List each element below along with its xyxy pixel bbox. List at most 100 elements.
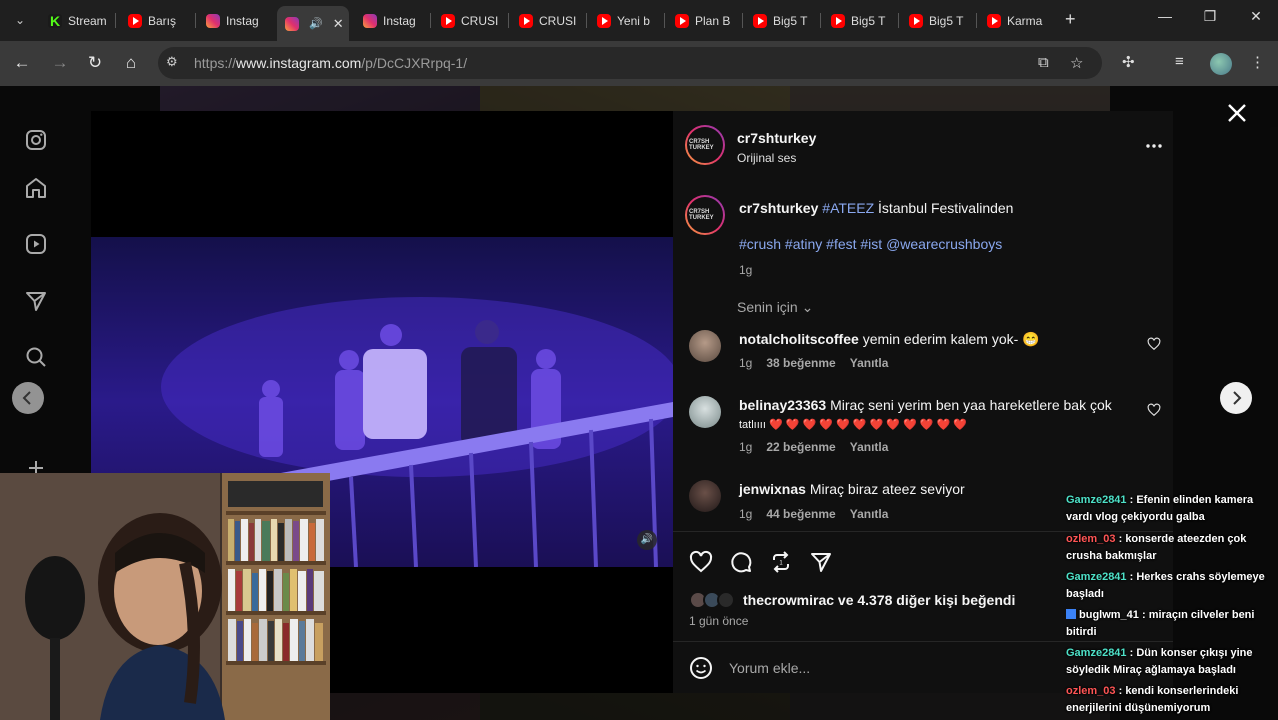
chat-nickname: Gamze2841 xyxy=(1066,571,1127,583)
bookmark-star-icon[interactable]: ☆ xyxy=(1070,54,1083,72)
home-icon[interactable] xyxy=(24,176,48,200)
close-modal-icon[interactable] xyxy=(1226,102,1248,124)
chat-nickname: Gamze2841 xyxy=(1066,494,1127,506)
browser-tab[interactable]: CRUSI xyxy=(511,6,587,35)
comment-likes[interactable]: 38 beğenme xyxy=(766,356,835,370)
tab-search-chevron-icon[interactable]: ⌄ xyxy=(10,10,30,30)
comment-likes[interactable]: 22 beğenme xyxy=(766,440,835,454)
reload-icon[interactable]: ↻ xyxy=(85,53,105,73)
site-settings-icon[interactable]: ⚙ xyxy=(166,54,178,70)
browser-tab[interactable]: CRUSI xyxy=(433,6,509,35)
browser-tab[interactable]: Big5 T xyxy=(901,6,977,35)
browser-tab-active[interactable]: 🔊 ✕ xyxy=(277,6,349,41)
comment-like-heart-icon[interactable] xyxy=(1147,337,1161,351)
chevron-right-icon xyxy=(1233,391,1242,405)
tab-label: CRUSI xyxy=(539,13,577,28)
caption-hashtag[interactable]: #ATEEZ xyxy=(822,200,874,216)
comment-likes[interactable]: 44 beğenme xyxy=(766,507,835,521)
more-options-icon[interactable] xyxy=(1145,141,1163,151)
commenter-avatar[interactable] xyxy=(689,480,721,512)
install-app-icon[interactable]: ⧉ xyxy=(1038,54,1049,71)
browser-tab[interactable]: Instag xyxy=(355,6,431,35)
emoji-icon[interactable] xyxy=(689,656,713,680)
back-arrow-icon[interactable]: ← xyxy=(12,53,32,73)
browser-tab[interactable]: Yeni b xyxy=(589,6,665,35)
chat-message: Gamze2841 : Efenin elinden kamera vardı … xyxy=(1066,492,1274,526)
instagram-icon xyxy=(206,13,220,28)
add-comment-input[interactable]: Yorum ekle... xyxy=(729,660,810,676)
comment-meta: 1g 44 beğenme Yanıtla xyxy=(739,507,888,521)
audio-playing-icon[interactable]: 🔊 xyxy=(309,17,323,30)
youtube-icon xyxy=(441,13,455,28)
direct-messages-icon[interactable] xyxy=(24,289,48,313)
comment-meta: 1g 22 beğenme Yanıtla xyxy=(739,440,888,454)
youtube-icon xyxy=(675,13,689,28)
comment-username[interactable]: belinay23363 xyxy=(739,397,826,413)
url-text[interactable]: https://www.instagram.com/p/DcCJXRrpq-1/ xyxy=(194,55,467,71)
reels-icon[interactable] xyxy=(24,232,48,256)
youtube-icon xyxy=(909,13,923,28)
restore-icon[interactable]: ❐ xyxy=(1195,8,1225,25)
forward-arrow-icon[interactable]: → xyxy=(50,53,70,73)
commenter-avatar[interactable] xyxy=(689,396,721,428)
commenter-avatar[interactable] xyxy=(689,330,721,362)
share-send-icon[interactable] xyxy=(809,550,833,574)
webcam-feed xyxy=(0,473,330,720)
youtube-icon xyxy=(128,13,142,28)
caption-avatar[interactable]: CR7SH TURKEY xyxy=(685,195,725,235)
browser-tab[interactable]: Big5 T xyxy=(745,6,821,35)
comment-username[interactable]: notalcholitscoffee xyxy=(739,331,859,347)
close-tab-icon[interactable]: ✕ xyxy=(333,16,344,32)
caption-username[interactable]: cr7shturkey xyxy=(739,200,818,216)
browser-tab[interactable]: Karma xyxy=(979,6,1055,35)
caption-tags[interactable]: #crush #atiny #fest #ist @wearecrushboys xyxy=(739,236,1002,252)
menu-kebab-icon[interactable]: ⋮ xyxy=(1250,53,1265,71)
profile-avatar[interactable] xyxy=(1210,53,1232,75)
media-control-icon[interactable]: ≡ xyxy=(1175,53,1184,70)
repost-icon[interactable]: 1 xyxy=(769,550,793,574)
for-you-sort[interactable]: Senin için ⌄ xyxy=(737,299,813,316)
previous-post-button[interactable] xyxy=(12,382,44,414)
likes-summary[interactable]: thecrowmirac ve 4.378 diğer kişi beğendi xyxy=(743,592,1015,608)
tab-label: Big5 T xyxy=(773,13,808,28)
youtube-icon xyxy=(987,13,1001,28)
liker-avatar xyxy=(717,591,735,609)
address-bar[interactable]: ⚙ https://www.instagram.com/p/DcCJXRrpq-… xyxy=(158,47,1102,79)
browser-tab[interactable]: K Stream xyxy=(40,6,116,35)
instagram-logo-icon[interactable] xyxy=(24,128,48,152)
streamer-webcam xyxy=(0,473,330,720)
comment-like-heart-icon[interactable] xyxy=(1147,403,1161,417)
tab-label: Big5 T xyxy=(929,13,964,28)
tab-label: Karma xyxy=(1007,13,1043,28)
tab-label: Big5 T xyxy=(851,13,886,28)
search-icon[interactable] xyxy=(24,345,48,369)
reply-button[interactable]: Yanıtla xyxy=(850,507,889,521)
author-avatar[interactable]: CR7SH TURKEY xyxy=(685,125,725,165)
browser-toolbar: ← → ↻ ⌂ ⚙ https://www.instagram.com/p/Dc… xyxy=(0,41,1278,86)
next-post-button[interactable] xyxy=(1220,382,1252,414)
url-host: www.instagram.com xyxy=(236,55,362,71)
reply-button[interactable]: Yanıtla xyxy=(850,356,889,370)
author-username[interactable]: cr7shturkey xyxy=(737,130,816,146)
like-heart-icon[interactable] xyxy=(689,550,713,574)
browser-tab[interactable]: Instag xyxy=(198,6,274,35)
caption-line: cr7shturkey #ATEEZ İstanbul Festivalinde… xyxy=(739,200,1013,216)
audio-label[interactable]: Orijinal ses xyxy=(737,151,796,165)
chat-message: ozlem_03 : konserde ateezden çok crusha … xyxy=(1066,531,1274,565)
comment-username[interactable]: jenwixnas xyxy=(739,481,806,497)
minimize-icon[interactable]: — xyxy=(1150,8,1180,24)
new-tab-plus-icon[interactable]: + xyxy=(1065,9,1076,30)
chat-nickname: buglwm_41 xyxy=(1079,609,1139,621)
close-window-icon[interactable]: ✕ xyxy=(1241,8,1271,25)
tab-label: Instag xyxy=(383,13,416,28)
audio-toggle-icon[interactable]: 🔊 xyxy=(637,530,657,550)
extensions-puzzle-icon[interactable]: ✣ xyxy=(1122,53,1135,71)
reply-button[interactable]: Yanıtla xyxy=(850,440,889,454)
comment-bubble-icon[interactable] xyxy=(729,550,753,574)
home-icon[interactable]: ⌂ xyxy=(121,53,141,73)
browser-tab[interactable]: Plan B xyxy=(667,6,743,35)
for-you-label: Senin için xyxy=(737,299,798,315)
browser-tab[interactable]: Barış xyxy=(120,6,196,35)
chat-message: ozlem_03 : kendi konserlerindeki enerjil… xyxy=(1066,683,1274,717)
browser-tab[interactable]: Big5 T xyxy=(823,6,899,35)
